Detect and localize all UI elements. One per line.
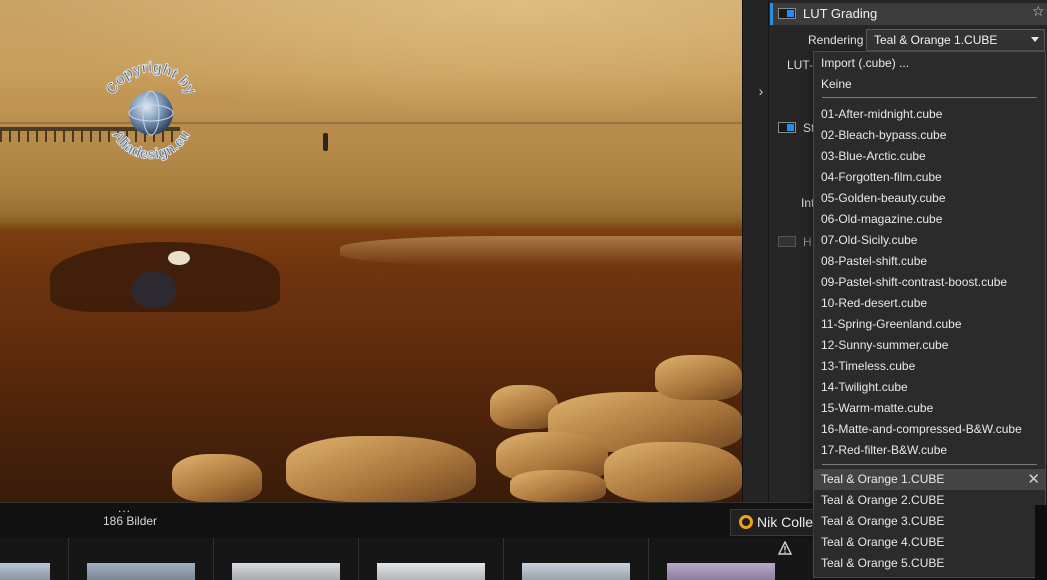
menu-item-custom-lut[interactable]: Teal & Orange 4.CUBE: [814, 532, 1045, 553]
menu-item-lut[interactable]: 16-Matte-and-compressed-B&W.cube: [814, 419, 1045, 440]
section-toggle[interactable]: [778, 122, 796, 133]
menu-item-lut[interactable]: 08-Pastel-shift.cube: [814, 251, 1045, 272]
thumbnail[interactable]: [0, 563, 50, 580]
lut-dropdown: Import (.cube) ... Keine 01-After-midnig…: [813, 51, 1046, 578]
chevron-down-icon: [1031, 37, 1039, 42]
menu-item-import[interactable]: Import (.cube) ...: [814, 53, 1045, 74]
lut-label-fragment: LUT-: [787, 58, 814, 72]
close-icon[interactable]: ✕: [1027, 469, 1040, 490]
thumb-divider: [648, 538, 649, 580]
menu-item-lut[interactable]: 05-Golden-beauty.cube: [814, 188, 1045, 209]
menu-item-lut[interactable]: 09-Pastel-shift-contrast-boost.cube: [814, 272, 1045, 293]
section-title: LUT Grading: [803, 6, 878, 21]
lut-grading-toggle[interactable]: [778, 8, 796, 19]
menu-item-custom-lut[interactable]: Teal & Orange 2.CUBE: [814, 490, 1045, 511]
surf-foam: [340, 236, 742, 266]
thumb-divider: [358, 538, 359, 580]
menu-item-lut[interactable]: 13-Timeless.cube: [814, 356, 1045, 377]
rendering-select-value: Teal & Orange 1.CUBE: [874, 33, 998, 47]
menu-item-lut[interactable]: 17-Red-filter-B&W.cube: [814, 440, 1045, 461]
menu-item-lut[interactable]: 11-Spring-Greenland.cube: [814, 314, 1045, 335]
thumb-divider: [503, 538, 504, 580]
section-label-fragment: H: [803, 235, 812, 249]
menu-separator: [822, 464, 1037, 465]
menu-item-lut[interactable]: 07-Old-Sicily.cube: [814, 230, 1045, 251]
menu-item-lut[interactable]: 15-Warm-matte.cube: [814, 398, 1045, 419]
star-icon[interactable]: ☆: [1032, 3, 1045, 20]
thumbnail[interactable]: [522, 563, 630, 580]
dark-stone: [132, 272, 176, 308]
filmstrip-handle[interactable]: ...: [118, 501, 131, 515]
menu-item-lut[interactable]: 04-Forgotten-film.cube: [814, 167, 1045, 188]
thumbnail[interactable]: [377, 563, 485, 580]
menu-item-lut[interactable]: 12-Sunny-summer.cube: [814, 335, 1045, 356]
menu-item-none[interactable]: Keine: [814, 74, 1045, 95]
menu-item-lut[interactable]: 01-After-midnight.cube: [814, 104, 1045, 125]
section-toggle-off[interactable]: [778, 236, 796, 247]
nik-logo-icon: [739, 515, 753, 529]
menu-item-lut[interactable]: 03-Blue-Arctic.cube: [814, 146, 1045, 167]
thumb-divider: [68, 538, 69, 580]
menu-item-lut[interactable]: 10-Red-desert.cube: [814, 293, 1045, 314]
thumbnail[interactable]: [87, 563, 195, 580]
menu-item-custom-lut-selected[interactable]: Teal & Orange 1.CUBE ✕: [814, 469, 1045, 490]
panel-divider: [742, 0, 768, 502]
menu-item-lut[interactable]: 14-Twilight.cube: [814, 377, 1045, 398]
menu-separator: [822, 97, 1037, 98]
menu-item-label: Teal & Orange 1.CUBE: [821, 472, 945, 486]
rendering-select[interactable]: Teal & Orange 1.CUBE: [866, 29, 1045, 51]
chevron-right-icon[interactable]: ›: [755, 82, 767, 100]
rock: [655, 355, 742, 400]
copyright-watermark: Copyright by Aliadesign.eu: [98, 58, 204, 166]
photo-preview[interactable]: Copyright by Aliadesign.eu: [0, 0, 742, 502]
shell: [168, 251, 190, 265]
thumbnail[interactable]: [232, 563, 340, 580]
menu-item-custom-lut[interactable]: Teal & Orange 3.CUBE: [814, 511, 1045, 532]
rendering-label: Rendering: [808, 33, 864, 47]
rock: [172, 454, 262, 502]
rock: [286, 436, 476, 502]
scroll-strip[interactable]: [1035, 505, 1047, 580]
thumb-divider: [213, 538, 214, 580]
image-count: 186 Bilder: [103, 514, 158, 528]
rock: [510, 470, 606, 502]
standing-person: [323, 133, 328, 151]
menu-item-lut[interactable]: 02-Bleach-bypass.cube: [814, 125, 1045, 146]
menu-item-lut[interactable]: 06-Old-magazine.cube: [814, 209, 1045, 230]
menu-item-custom-lut[interactable]: Teal & Orange 5.CUBE: [814, 553, 1045, 574]
rock: [604, 442, 742, 502]
nik-collection-label: Nik Colle: [757, 514, 814, 530]
warning-icon: [778, 541, 792, 555]
thumbnail[interactable]: [667, 563, 775, 580]
